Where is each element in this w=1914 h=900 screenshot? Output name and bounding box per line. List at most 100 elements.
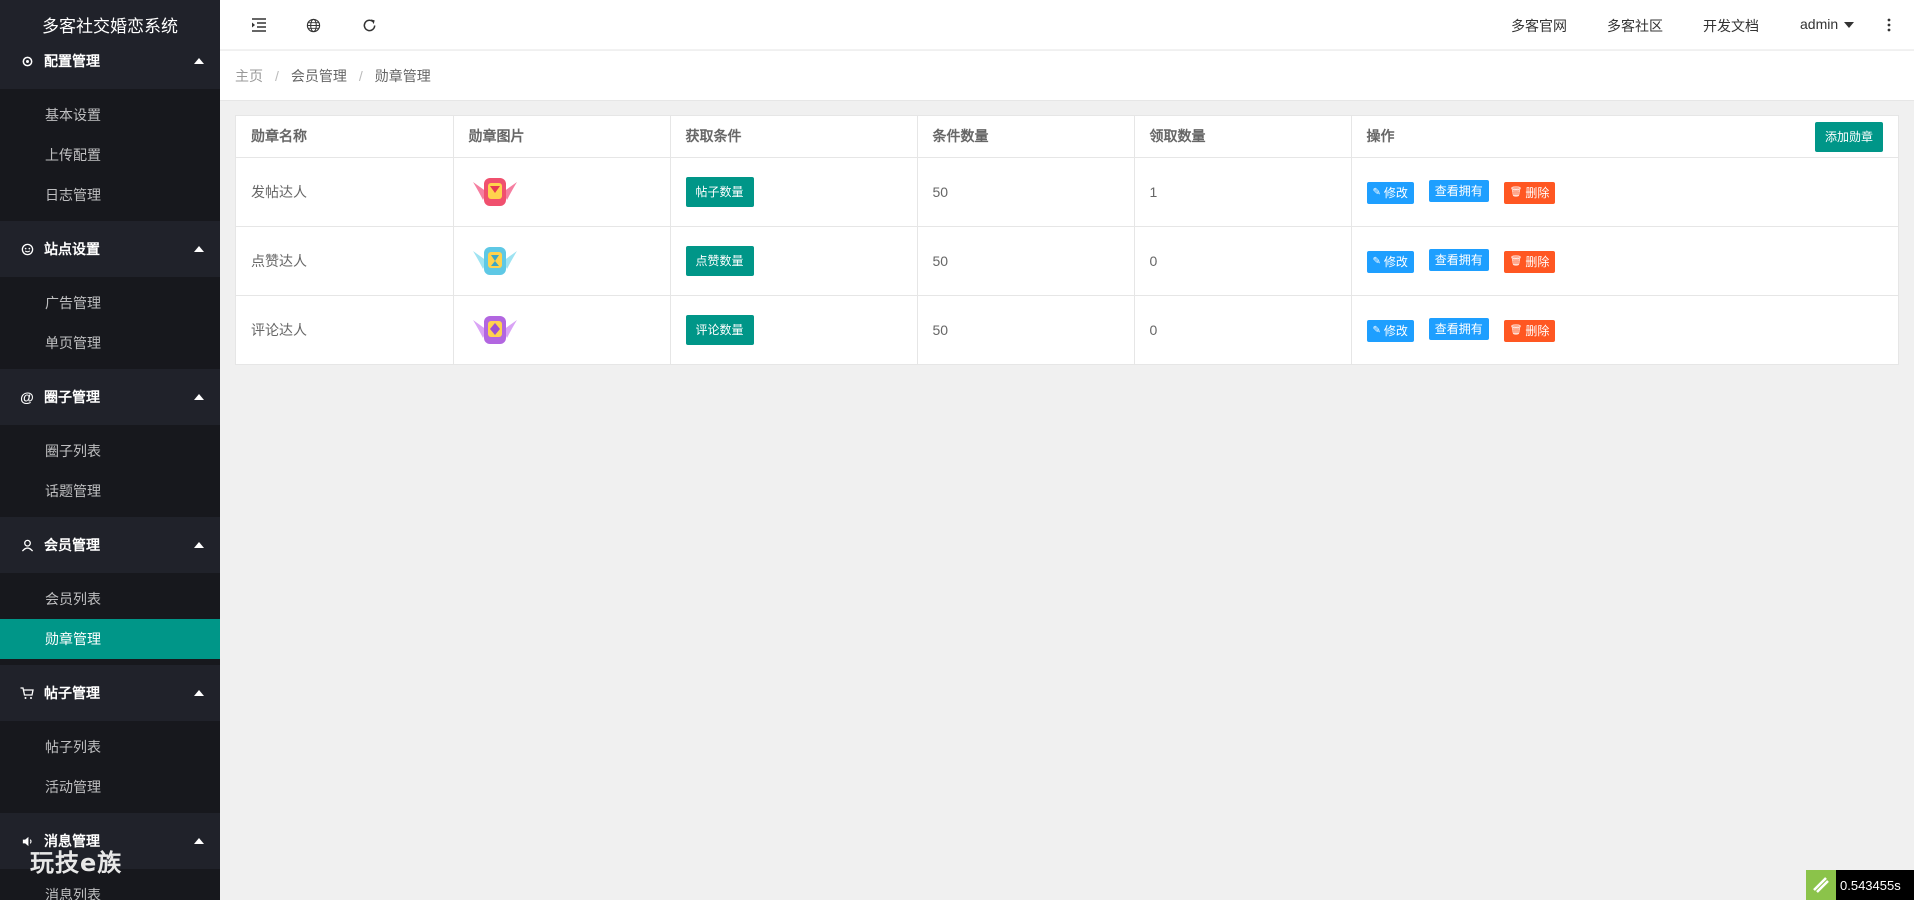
cart-icon — [20, 686, 34, 700]
sidebar-submenu: 圈子列表 话题管理 — [0, 425, 220, 517]
sidebar-item-post-list[interactable]: 帖子列表 — [0, 727, 220, 767]
delete-button[interactable]: 🗑 删除 — [1503, 181, 1556, 204]
username: admin — [1800, 16, 1839, 32]
view-owners-button[interactable]: 查看拥有 — [1428, 179, 1489, 202]
app-title[interactable]: 多客社交婚恋系统 — [0, 0, 220, 48]
medal-image-cell — [453, 157, 671, 227]
sidebar-item-activities[interactable]: 活动管理 — [0, 767, 220, 807]
trash-icon: 🗑 — [1509, 256, 1523, 267]
edit-button[interactable]: ✎ 修改 — [1366, 181, 1414, 204]
sidebar-item-pages[interactable]: 单页管理 — [0, 323, 220, 363]
top-header: 多客官网 多客社区 开发文档 admin — [220, 0, 1914, 50]
trash-icon: 🗑 — [1509, 325, 1523, 337]
caret-up-icon — [194, 690, 204, 696]
edit-button[interactable]: ✎ 修改 — [1366, 250, 1414, 273]
medal-badge-image — [472, 315, 517, 344]
breadcrumb-members[interactable]: 会员管理 — [291, 66, 347, 86]
link-community[interactable]: 多客社区 — [1607, 16, 1663, 36]
pencil-icon: ✎ — [1372, 325, 1381, 337]
view-owners-button[interactable]: 查看拥有 — [1428, 317, 1489, 340]
sidebar-item-upload-config[interactable]: 上传配置 — [0, 135, 220, 175]
sidebar-group-site[interactable]: 站点设置 — [0, 221, 220, 277]
delete-label: 删除 — [1525, 186, 1550, 200]
add-medal-button[interactable]: 添加勋章 — [1814, 122, 1883, 152]
delete-button[interactable]: 🗑 删除 — [1503, 319, 1556, 342]
column-header: 勋章名称 — [236, 116, 454, 158]
sidebar-menu: 配置管理 基本设置 上传配置 日志管理 站点设置 广告管理 单页管理 @ 圈子管… — [0, 33, 220, 900]
sidebar-group-label: 帖子管理 — [44, 685, 100, 701]
condition-count: 50 — [917, 226, 1135, 296]
delete-button[interactable]: 🗑 删除 — [1503, 250, 1556, 273]
user-menu[interactable]: admin — [1800, 16, 1855, 32]
globe-icon[interactable] — [304, 16, 322, 34]
smile-icon — [20, 242, 34, 256]
medal-image-cell — [453, 295, 671, 364]
condition-button[interactable]: 评论数量 — [685, 314, 754, 345]
table-header-row: 勋章名称 勋章图片 获取条件 条件数量 领取数量 操作 添加勋章 — [236, 116, 1898, 158]
sidebar-item-logs[interactable]: 日志管理 — [0, 175, 220, 215]
sidebar-item-member-list[interactable]: 会员列表 — [0, 579, 220, 619]
sidebar-group-label: 圈子管理 — [44, 389, 100, 405]
medal-badge-image — [472, 177, 517, 206]
sidebar-item-basic-settings[interactable]: 基本设置 — [0, 95, 220, 135]
condition-count: 50 — [917, 295, 1135, 364]
sidebar-item-circle-list[interactable]: 圈子列表 — [0, 431, 220, 471]
condition-count: 50 — [917, 157, 1135, 227]
claimed-count: 1 — [1134, 157, 1352, 227]
user-icon — [20, 538, 34, 552]
breadcrumb-separator: / — [358, 67, 363, 84]
condition-cell: 帖子数量 — [670, 157, 918, 227]
column-header: 领取数量 — [1134, 116, 1352, 158]
at-icon: @ — [20, 389, 34, 405]
render-timer: 0.543455s — [1806, 870, 1914, 900]
claimed-count: 0 — [1134, 295, 1352, 364]
medal-badge-image — [472, 246, 517, 275]
edit-label: 修改 — [1383, 186, 1408, 200]
condition-button[interactable]: 点赞数量 — [685, 245, 754, 276]
sidebar-item-topics[interactable]: 话题管理 — [0, 471, 220, 511]
sidebar-group-label: 站点设置 — [44, 241, 100, 257]
sidebar-group-circle[interactable]: @ 圈子管理 — [0, 369, 220, 425]
medal-name: 点赞达人 — [236, 226, 454, 296]
timer-value: 0.543455s — [1840, 877, 1901, 893]
caret-up-icon — [194, 838, 204, 844]
breadcrumb-current: 勋章管理 — [374, 67, 431, 84]
sidebar-group-label: 会员管理 — [44, 537, 100, 553]
medal-name: 评论达人 — [236, 295, 454, 364]
gear-icon — [20, 54, 34, 68]
view-owners-button[interactable]: 查看拥有 — [1428, 248, 1489, 271]
sidebar-submenu: 基本设置 上传配置 日志管理 — [0, 89, 220, 221]
breadcrumb: 主页 / 会员管理 / 勋章管理 — [220, 51, 1914, 101]
sidebar-group-label: 配置管理 — [44, 53, 100, 69]
sidebar-submenu: 广告管理 单页管理 — [0, 277, 220, 369]
sidebar-group-members[interactable]: 会员管理 — [0, 517, 220, 573]
link-dev-docs[interactable]: 开发文档 — [1703, 16, 1759, 36]
watermark-logo: 玩技e族 — [30, 849, 123, 877]
medal-table: 勋章名称 勋章图片 获取条件 条件数量 领取数量 操作 添加勋章 发帖达人 帖子… — [235, 115, 1899, 365]
sidebar-group-posts[interactable]: 帖子管理 — [0, 665, 220, 721]
condition-button[interactable]: 帖子数量 — [685, 176, 754, 207]
sidebar-submenu: 帖子列表 活动管理 — [0, 721, 220, 813]
sidebar-item-message-list[interactable]: 消息列表 — [0, 875, 220, 900]
caret-up-icon — [194, 542, 204, 548]
menu-fold-icon[interactable] — [250, 16, 268, 34]
more-vertical-icon[interactable] — [1880, 16, 1898, 34]
delete-label: 删除 — [1525, 324, 1550, 339]
actions-cell: ✎ 修改 查看拥有 🗑 删除 — [1351, 226, 1898, 296]
actions-cell: ✎ 修改 查看拥有 🗑 删除 — [1351, 295, 1898, 364]
table-row: 发帖达人 帖子数量 50 1 ✎ 修改 查看拥有 🗑 删除 — [236, 157, 1898, 227]
breadcrumb-home[interactable]: 主页 — [235, 66, 263, 86]
table-row: 点赞达人 点赞数量 50 0 ✎ 修改 查看拥有 🗑 删除 — [236, 226, 1898, 296]
medal-name: 发帖达人 — [236, 157, 454, 227]
edit-label: 修改 — [1383, 324, 1408, 339]
condition-cell: 评论数量 — [670, 295, 918, 364]
caret-up-icon — [194, 246, 204, 252]
pencil-icon: ✎ — [1372, 256, 1381, 267]
sidebar-item-medals[interactable]: 勋章管理 — [0, 619, 220, 659]
refresh-icon[interactable] — [360, 16, 378, 34]
link-official-site[interactable]: 多客官网 — [1511, 16, 1567, 36]
edit-button[interactable]: ✎ 修改 — [1366, 319, 1414, 342]
timer-logo-icon — [1806, 870, 1836, 900]
caret-up-icon — [194, 58, 204, 64]
sidebar-item-ads[interactable]: 广告管理 — [0, 283, 220, 323]
